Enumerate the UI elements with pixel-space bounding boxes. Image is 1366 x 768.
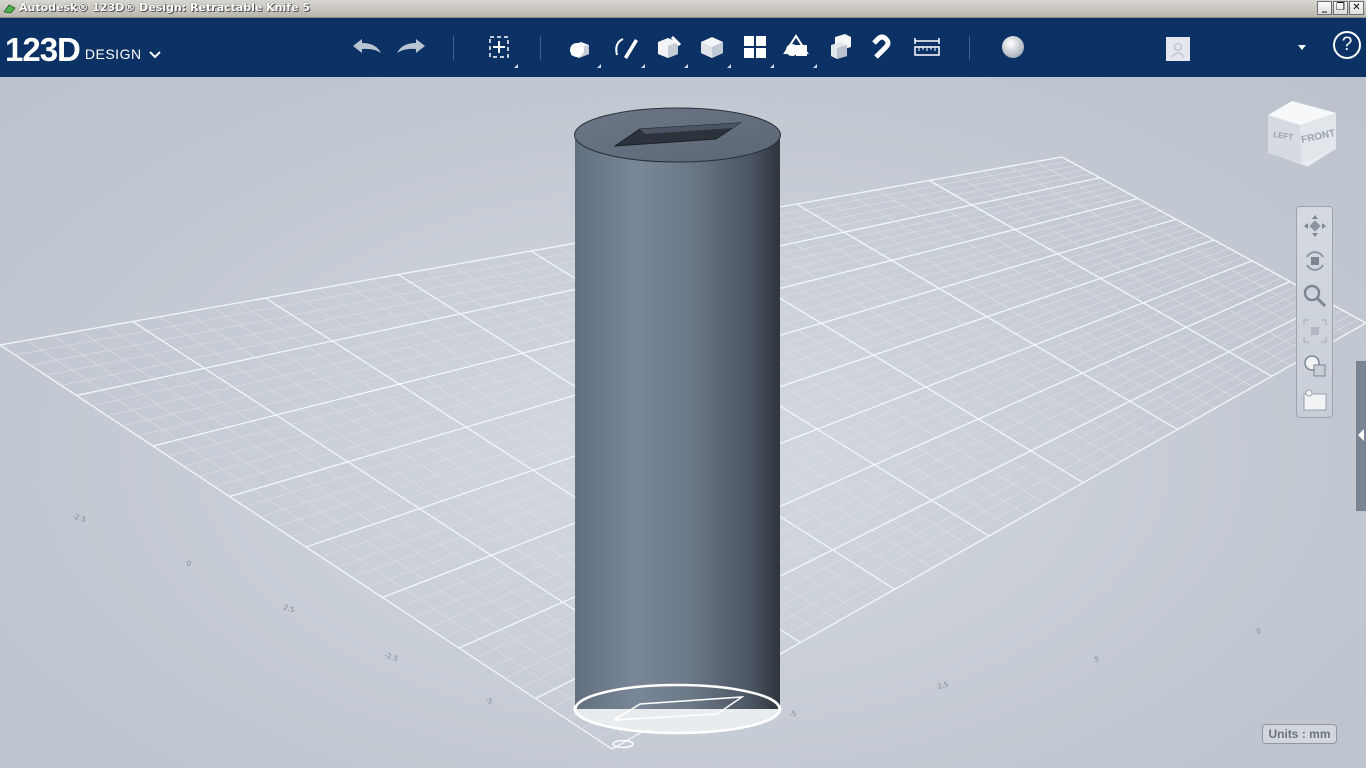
navigation-bar <box>1296 206 1333 418</box>
zoom-button[interactable] <box>1301 282 1329 310</box>
primitives-button[interactable] <box>565 30 601 68</box>
redo-arrow-icon <box>397 39 425 53</box>
pattern-grid-icon <box>744 36 766 58</box>
submenu-indicator <box>641 64 645 68</box>
visual-style-button[interactable] <box>1301 352 1329 380</box>
logo-number: 123D <box>5 31 81 68</box>
undo-arrow-icon <box>353 39 381 53</box>
undo-button[interactable] <box>350 30 384 64</box>
grid-label: 2.5 <box>937 680 950 690</box>
window-controls: _ ❐ ✕ <box>1317 1 1364 15</box>
grid-label: -5 <box>484 696 493 706</box>
snap-button[interactable] <box>867 30 901 64</box>
toolbar-separator <box>540 36 541 60</box>
measure-button[interactable] <box>910 30 944 64</box>
grid-label: 0 <box>185 559 192 568</box>
grid-label: -5 <box>789 709 798 718</box>
cylinder-model[interactable] <box>573 107 782 749</box>
pan-icon <box>1304 215 1326 237</box>
grid-line <box>902 184 1254 388</box>
submenu-indicator <box>813 64 817 68</box>
sketch-button[interactable] <box>609 30 645 68</box>
modify-box-icon <box>701 37 723 58</box>
grid-label: 2.5 <box>282 603 295 614</box>
ruler-measure-icon <box>914 38 940 56</box>
close-button[interactable]: ✕ <box>1349 1 1364 15</box>
transform-button[interactable] <box>482 30 518 68</box>
submenu-indicator <box>770 64 774 68</box>
material-button[interactable] <box>996 30 1030 64</box>
main-toolbar: 123D DESIGN ? <box>0 18 1366 77</box>
account-dropdown-arrow[interactable] <box>1298 45 1306 50</box>
submenu-indicator <box>684 64 688 68</box>
material-browser-icon <box>1303 389 1327 411</box>
app-icon <box>3 4 16 14</box>
zoom-icon <box>1303 284 1327 308</box>
toolbar-separator <box>453 36 454 60</box>
app-menu-logo[interactable]: 123D DESIGN <box>5 31 161 67</box>
help-button[interactable]: ? <box>1333 31 1361 59</box>
sketch-pencil-icon <box>615 38 638 59</box>
material-sphere-icon <box>1002 36 1024 58</box>
scene-canvas[interactable]: -2.5 0 2.5 -2.5 -5 -5 2.5 5 0 <box>0 77 1366 768</box>
group-shapes-icon <box>783 34 809 56</box>
submenu-indicator <box>514 64 518 68</box>
visual-style-icon <box>1304 355 1326 377</box>
construct-extrude-icon <box>658 35 682 58</box>
orbit-button[interactable] <box>1301 247 1329 275</box>
grid-label: -2.5 <box>71 512 86 524</box>
toolbar-separator <box>969 36 970 60</box>
grid-label: 0 <box>1256 627 1262 636</box>
primitive-shapes-icon <box>570 42 589 58</box>
user-avatar-icon <box>1171 42 1185 58</box>
modify-button[interactable] <box>695 30 731 68</box>
pan-button[interactable] <box>1301 212 1329 240</box>
view-cube[interactable]: LEFT FRONT <box>1264 99 1340 171</box>
grid-label: -2.5 <box>383 651 398 663</box>
redo-button[interactable] <box>394 30 428 64</box>
orbit-icon <box>1306 251 1324 271</box>
side-panel-toggle[interactable] <box>1356 361 1366 511</box>
grouping-button[interactable] <box>781 30 817 68</box>
fit-icon <box>1303 319 1327 343</box>
chevron-down-icon <box>148 51 161 59</box>
combine-boolean-icon <box>831 34 851 59</box>
construct-button[interactable] <box>652 30 688 68</box>
logo-word: DESIGN <box>84 46 142 62</box>
submenu-indicator <box>727 64 731 68</box>
restore-button[interactable]: ❐ <box>1333 1 1348 15</box>
grid-label: 5 <box>1094 655 1100 664</box>
pattern-button[interactable] <box>738 30 774 68</box>
chevron-left-icon <box>1358 429 1364 441</box>
3d-viewport[interactable]: -2.5 0 2.5 -2.5 -5 -5 2.5 5 0 LEFT FRONT… <box>0 77 1366 768</box>
units-button[interactable]: Units : mm <box>1262 724 1337 744</box>
minimize-button[interactable]: _ <box>1317 1 1332 15</box>
grid-line <box>928 179 1273 377</box>
submenu-indicator <box>597 64 601 68</box>
move-transform-icon <box>489 36 509 58</box>
window-titlebar: Autodesk® 123D® Design: Retractable Knif… <box>0 0 1366 18</box>
fit-button[interactable] <box>1301 317 1329 345</box>
magnet-snap-icon <box>872 34 891 59</box>
account-button[interactable] <box>1166 37 1190 61</box>
combine-button[interactable] <box>824 30 858 64</box>
material-browser-button[interactable] <box>1301 387 1329 415</box>
window-title: Autodesk® 123D® Design: Retractable Knif… <box>19 1 310 14</box>
